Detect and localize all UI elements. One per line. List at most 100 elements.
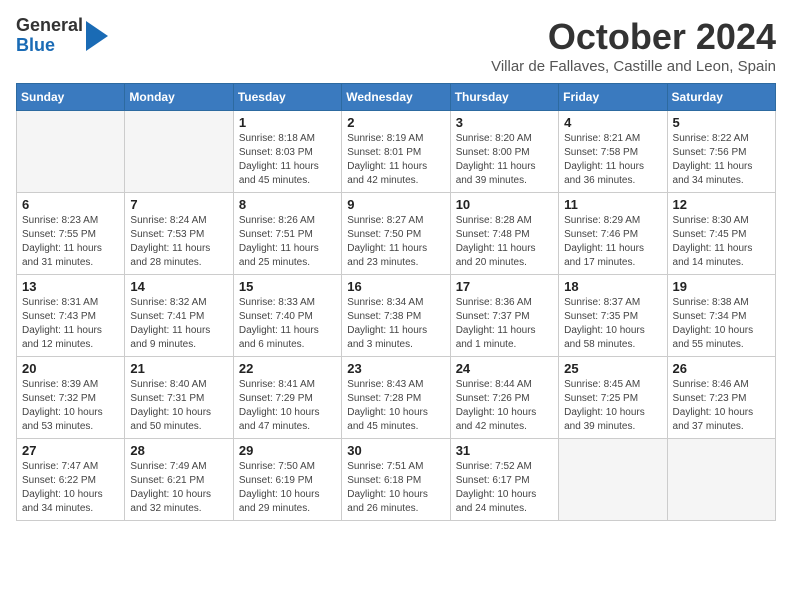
logo-arrow-icon [86, 21, 108, 51]
day-number: 11 [564, 197, 661, 212]
day-info: Sunrise: 7:52 AM Sunset: 6:17 PM Dayligh… [456, 460, 553, 516]
day-info: Sunrise: 8:36 AM Sunset: 7:37 PM Dayligh… [456, 296, 553, 352]
calendar-cell: 25 Sunrise: 8:45 AM Sunset: 7:25 PM Dayli… [559, 357, 667, 439]
day-number: 31 [456, 443, 553, 458]
weekday-header: Saturday [667, 84, 775, 111]
title-block: October 2024 Villar de Fallaves, Castill… [491, 16, 776, 75]
calendar-cell: 2 Sunrise: 8:19 AM Sunset: 8:01 PM Daylig… [342, 111, 450, 193]
day-info: Sunrise: 8:31 AM Sunset: 7:43 PM Dayligh… [22, 296, 119, 352]
day-info: Sunrise: 8:34 AM Sunset: 7:38 PM Dayligh… [347, 296, 444, 352]
calendar-cell: 3 Sunrise: 8:20 AM Sunset: 8:00 PM Daylig… [450, 111, 558, 193]
calendar-cell: 31 Sunrise: 7:52 AM Sunset: 6:17 PM Dayli… [450, 439, 558, 521]
day-number: 27 [22, 443, 119, 458]
day-number: 29 [239, 443, 336, 458]
day-number: 28 [130, 443, 227, 458]
day-info: Sunrise: 8:18 AM Sunset: 8:03 PM Dayligh… [239, 132, 336, 188]
calendar-cell [667, 439, 775, 521]
logo-text: General Blue [16, 16, 83, 56]
day-number: 9 [347, 197, 444, 212]
day-info: Sunrise: 8:41 AM Sunset: 7:29 PM Dayligh… [239, 378, 336, 434]
day-number: 19 [673, 279, 770, 294]
day-info: Sunrise: 8:39 AM Sunset: 7:32 PM Dayligh… [22, 378, 119, 434]
day-number: 24 [456, 361, 553, 376]
calendar-cell: 14 Sunrise: 8:32 AM Sunset: 7:41 PM Dayli… [125, 275, 233, 357]
calendar-cell [559, 439, 667, 521]
day-number: 12 [673, 197, 770, 212]
day-info: Sunrise: 8:38 AM Sunset: 7:34 PM Dayligh… [673, 296, 770, 352]
day-number: 30 [347, 443, 444, 458]
day-info: Sunrise: 8:19 AM Sunset: 8:01 PM Dayligh… [347, 132, 444, 188]
calendar-cell: 16 Sunrise: 8:34 AM Sunset: 7:38 PM Dayli… [342, 275, 450, 357]
day-info: Sunrise: 8:27 AM Sunset: 7:50 PM Dayligh… [347, 214, 444, 270]
calendar-cell: 29 Sunrise: 7:50 AM Sunset: 6:19 PM Dayli… [233, 439, 341, 521]
day-number: 3 [456, 115, 553, 130]
calendar-week-row: 13 Sunrise: 8:31 AM Sunset: 7:43 PM Dayli… [17, 275, 776, 357]
calendar-cell: 28 Sunrise: 7:49 AM Sunset: 6:21 PM Dayli… [125, 439, 233, 521]
calendar-header-row: SundayMondayTuesdayWednesdayThursdayFrid… [17, 84, 776, 111]
calendar-cell [125, 111, 233, 193]
day-number: 14 [130, 279, 227, 294]
page-header: General Blue October 2024 Villar de Fall… [16, 16, 776, 75]
day-info: Sunrise: 8:40 AM Sunset: 7:31 PM Dayligh… [130, 378, 227, 434]
day-info: Sunrise: 8:30 AM Sunset: 7:45 PM Dayligh… [673, 214, 770, 270]
day-info: Sunrise: 8:29 AM Sunset: 7:46 PM Dayligh… [564, 214, 661, 270]
calendar-cell: 5 Sunrise: 8:22 AM Sunset: 7:56 PM Daylig… [667, 111, 775, 193]
day-number: 10 [456, 197, 553, 212]
day-number: 18 [564, 279, 661, 294]
calendar-cell: 27 Sunrise: 7:47 AM Sunset: 6:22 PM Dayli… [17, 439, 125, 521]
calendar-cell: 24 Sunrise: 8:44 AM Sunset: 7:26 PM Dayli… [450, 357, 558, 439]
day-info: Sunrise: 8:45 AM Sunset: 7:25 PM Dayligh… [564, 378, 661, 434]
calendar-cell: 6 Sunrise: 8:23 AM Sunset: 7:55 PM Daylig… [17, 193, 125, 275]
day-number: 5 [673, 115, 770, 130]
day-info: Sunrise: 8:21 AM Sunset: 7:58 PM Dayligh… [564, 132, 661, 188]
day-number: 15 [239, 279, 336, 294]
calendar-cell: 21Sunrise: 8:40 AM Sunset: 7:31 PM Dayli… [125, 357, 233, 439]
calendar-cell: 20 Sunrise: 8:39 AM Sunset: 7:32 PM Dayli… [17, 357, 125, 439]
day-number: 23 [347, 361, 444, 376]
day-number: 22 [239, 361, 336, 376]
calendar-cell: 17Sunrise: 8:36 AM Sunset: 7:37 PM Dayli… [450, 275, 558, 357]
location-subtitle: Villar de Fallaves, Castille and Leon, S… [491, 58, 776, 75]
day-number: 20 [22, 361, 119, 376]
day-number: 26 [673, 361, 770, 376]
calendar-cell: 13 Sunrise: 8:31 AM Sunset: 7:43 PM Dayli… [17, 275, 125, 357]
day-info: Sunrise: 7:50 AM Sunset: 6:19 PM Dayligh… [239, 460, 336, 516]
calendar-week-row: 20 Sunrise: 8:39 AM Sunset: 7:32 PM Dayli… [17, 357, 776, 439]
day-info: Sunrise: 8:44 AM Sunset: 7:26 PM Dayligh… [456, 378, 553, 434]
day-info: Sunrise: 8:26 AM Sunset: 7:51 PM Dayligh… [239, 214, 336, 270]
day-number: 1 [239, 115, 336, 130]
weekday-header: Wednesday [342, 84, 450, 111]
day-info: Sunrise: 7:47 AM Sunset: 6:22 PM Dayligh… [22, 460, 119, 516]
day-info: Sunrise: 8:37 AM Sunset: 7:35 PM Dayligh… [564, 296, 661, 352]
calendar-cell: 22 Sunrise: 8:41 AM Sunset: 7:29 PM Dayli… [233, 357, 341, 439]
month-title: October 2024 [491, 16, 776, 58]
day-info: Sunrise: 8:43 AM Sunset: 7:28 PM Dayligh… [347, 378, 444, 434]
day-number: 25 [564, 361, 661, 376]
day-info: Sunrise: 8:22 AM Sunset: 7:56 PM Dayligh… [673, 132, 770, 188]
day-info: Sunrise: 8:20 AM Sunset: 8:00 PM Dayligh… [456, 132, 553, 188]
day-number: 13 [22, 279, 119, 294]
day-info: Sunrise: 8:23 AM Sunset: 7:55 PM Dayligh… [22, 214, 119, 270]
calendar-cell: 10 Sunrise: 8:28 AM Sunset: 7:48 PM Dayli… [450, 193, 558, 275]
day-info: Sunrise: 8:28 AM Sunset: 7:48 PM Dayligh… [456, 214, 553, 270]
day-info: Sunrise: 8:32 AM Sunset: 7:41 PM Dayligh… [130, 296, 227, 352]
calendar-cell: 1 Sunrise: 8:18 AM Sunset: 8:03 PM Daylig… [233, 111, 341, 193]
day-number: 16 [347, 279, 444, 294]
calendar-cell: 30Sunrise: 7:51 AM Sunset: 6:18 PM Dayli… [342, 439, 450, 521]
day-number: 6 [22, 197, 119, 212]
calendar-cell: 19 Sunrise: 8:38 AM Sunset: 7:34 PM Dayli… [667, 275, 775, 357]
calendar-cell: 18 Sunrise: 8:37 AM Sunset: 7:35 PM Dayli… [559, 275, 667, 357]
day-info: Sunrise: 8:33 AM Sunset: 7:40 PM Dayligh… [239, 296, 336, 352]
calendar-cell: 15 Sunrise: 8:33 AM Sunset: 7:40 PM Dayli… [233, 275, 341, 357]
day-info: Sunrise: 8:46 AM Sunset: 7:23 PM Dayligh… [673, 378, 770, 434]
calendar-table: SundayMondayTuesdayWednesdayThursdayFrid… [16, 83, 776, 521]
day-info: Sunrise: 7:49 AM Sunset: 6:21 PM Dayligh… [130, 460, 227, 516]
logo: General Blue [16, 16, 108, 56]
calendar-week-row: 27 Sunrise: 7:47 AM Sunset: 6:22 PM Dayli… [17, 439, 776, 521]
calendar-week-row: 6 Sunrise: 8:23 AM Sunset: 7:55 PM Daylig… [17, 193, 776, 275]
calendar-cell: 26 Sunrise: 8:46 AM Sunset: 7:23 PM Dayli… [667, 357, 775, 439]
day-number: 2 [347, 115, 444, 130]
calendar-week-row: 1 Sunrise: 8:18 AM Sunset: 8:03 PM Daylig… [17, 111, 776, 193]
day-info: Sunrise: 8:24 AM Sunset: 7:53 PM Dayligh… [130, 214, 227, 270]
calendar-cell: 9 Sunrise: 8:27 AM Sunset: 7:50 PM Daylig… [342, 193, 450, 275]
